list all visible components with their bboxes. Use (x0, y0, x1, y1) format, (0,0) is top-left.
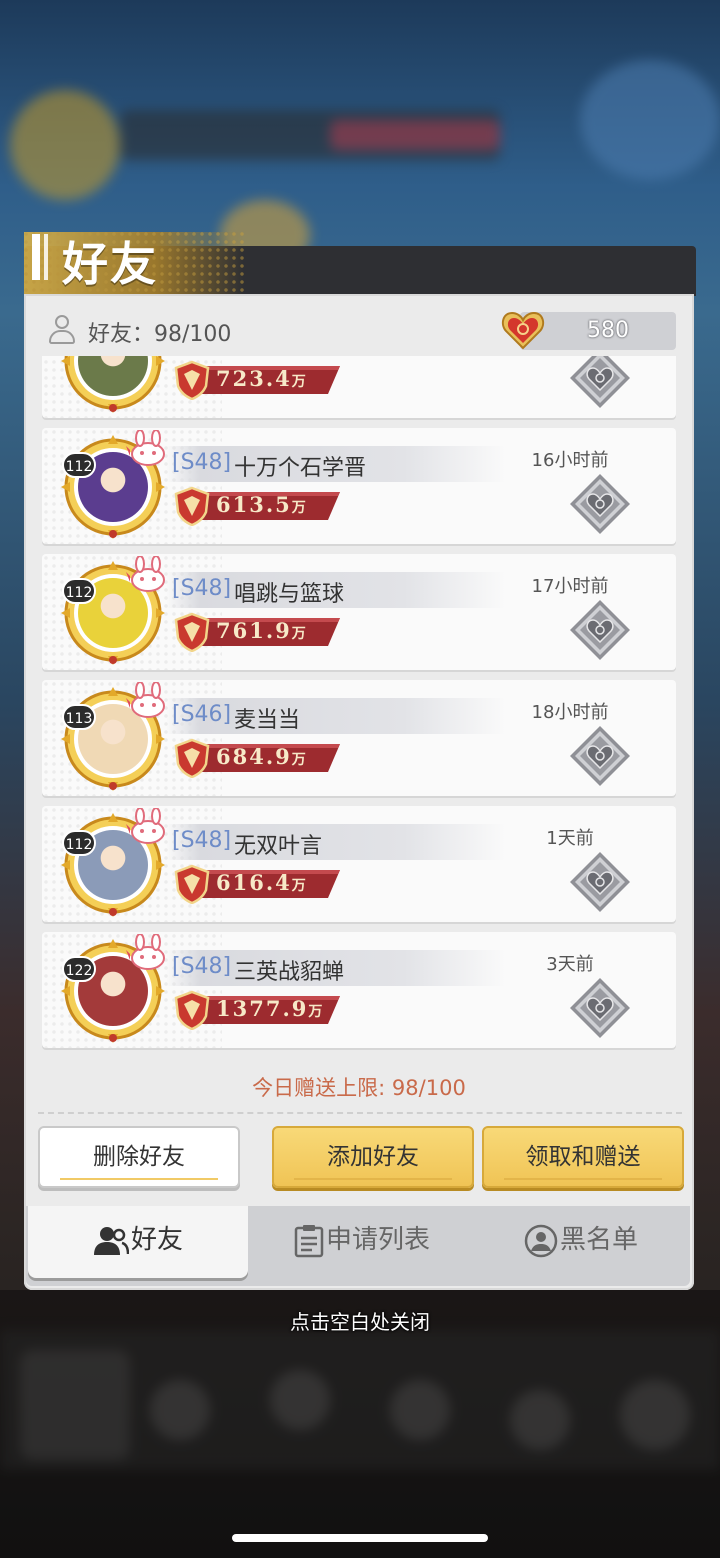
power-number: 761.9 (216, 618, 292, 643)
bunny-ears-icon (126, 808, 165, 844)
level-badge: 112 (62, 452, 96, 478)
server-tag: [S48] (172, 450, 232, 475)
daily-limit-text: 今日赠送上限: 98/100 (252, 1076, 466, 1100)
clipboard-icon (294, 1224, 324, 1257)
power-value: 761.9万 (216, 618, 306, 643)
power-value: 723.4万 (216, 366, 306, 391)
level-badge: 112 (62, 830, 96, 856)
page-title: 好友 (62, 237, 158, 291)
last-online: 3天前 (546, 954, 594, 975)
button-underline (503, 1178, 663, 1180)
power-number: 613.5 (216, 492, 292, 517)
heart-count: 580 (587, 318, 629, 343)
divider (38, 1112, 682, 1114)
friend-row[interactable]: 112 [S48] 唱跳与篮球 761.9万 17小时前 (42, 554, 676, 670)
power-shield-icon (174, 990, 210, 1030)
send-heart-button[interactable] (568, 976, 632, 1040)
tab-requests-label: 申请列表 (325, 1225, 430, 1255)
send-heart-button[interactable] (568, 724, 632, 788)
power-unit: 万 (308, 1004, 323, 1020)
power-shield-icon (174, 360, 210, 400)
friend-row[interactable]: 723.4万 (42, 356, 676, 418)
power-shield-icon (174, 738, 210, 778)
friend-row[interactable]: 113 [S46] 麦当当 684.9万 18小时前 (42, 680, 676, 796)
send-heart-button[interactable] (568, 598, 632, 662)
server-tag: [S46] (172, 702, 232, 727)
user-icon (48, 313, 76, 345)
player-name: 唱跳与篮球 (234, 582, 345, 607)
player-name: 麦当当 (234, 708, 301, 733)
power-value: 684.9万 (216, 744, 306, 769)
bunny-ears-icon (126, 430, 165, 466)
power-number: 723.4 (216, 366, 292, 391)
level-badge: 113 (62, 704, 96, 730)
power-number: 616.4 (216, 870, 292, 895)
tab-blacklist[interactable]: 黑名单 (476, 1206, 686, 1278)
friend-row[interactable]: 112 [S48] 十万个石学晋 613.5万 16小时前 (42, 428, 676, 544)
friend-list[interactable]: 723.4万 112 [S48] 十万个石学晋 613.5万 16小时前 112… (40, 356, 678, 1052)
power-value: 616.4万 (216, 870, 306, 895)
last-online: 16小时前 (531, 450, 609, 471)
bunny-ears-icon (126, 682, 165, 718)
server-tag: [S48] (172, 576, 232, 601)
blocked-user-icon (524, 1224, 558, 1257)
server-tag: [S48] (172, 954, 232, 979)
power-shield-icon (174, 486, 210, 526)
send-heart-button[interactable] (568, 356, 632, 410)
power-value: 613.5万 (216, 492, 306, 517)
button-underline (293, 1178, 453, 1180)
add-friend-button[interactable]: 添加好友 (272, 1126, 474, 1188)
power-unit: 万 (291, 500, 306, 516)
delete-friend-label: 删除好友 (93, 1144, 185, 1170)
close-hint[interactable]: 点击空白处关闭 (0, 1306, 720, 1335)
power-number: 1377.9 (216, 996, 309, 1021)
player-name: 十万个石学晋 (234, 456, 367, 481)
collect-send-label: 领取和赠送 (525, 1144, 641, 1170)
delete-friend-button[interactable]: 删除好友 (38, 1126, 240, 1188)
tab-friends[interactable]: 好友 (28, 1206, 248, 1278)
friend-row[interactable]: 122 [S48] 三英战貂蝉 1377.9万 3天前 (42, 932, 676, 1048)
player-name: 三英战貂蝉 (234, 960, 345, 985)
level-badge: 112 (62, 578, 96, 604)
power-shield-icon (174, 612, 210, 652)
title-mark-secondary (44, 234, 48, 280)
send-heart-button[interactable] (568, 472, 632, 536)
power-unit: 万 (291, 626, 306, 642)
bunny-ears-icon (126, 934, 165, 970)
level-badge: 122 (62, 956, 96, 982)
power-number: 684.9 (216, 744, 292, 769)
tab-requests[interactable]: 申请列表 (262, 1206, 462, 1278)
server-tag: [S48] (172, 828, 232, 853)
friend-count: 好友：98/100 (88, 322, 232, 347)
home-indicator[interactable] (232, 1534, 488, 1542)
send-heart-button[interactable] (568, 850, 632, 914)
power-shield-icon (174, 864, 210, 904)
power-unit: 万 (291, 878, 306, 894)
bunny-ears-icon (126, 556, 165, 592)
power-unit: 万 (291, 374, 306, 390)
power-unit: 万 (291, 752, 306, 768)
last-online: 18小时前 (531, 702, 609, 723)
friend-row[interactable]: 112 [S48] 无双叶言 616.4万 1天前 (42, 806, 676, 922)
last-online: 17小时前 (531, 576, 609, 597)
tab-friends-label: 好友 (130, 1225, 183, 1255)
title-mark (32, 234, 40, 280)
add-friend-label: 添加好友 (327, 1144, 419, 1170)
tab-blacklist-label: 黑名单 (559, 1225, 638, 1255)
last-online: 1天前 (546, 828, 594, 849)
collect-send-button[interactable]: 领取和赠送 (482, 1126, 684, 1188)
player-name: 无双叶言 (234, 834, 323, 859)
friends-icon (93, 1226, 129, 1255)
power-value: 1377.9万 (216, 996, 322, 1021)
button-underline (59, 1178, 219, 1180)
